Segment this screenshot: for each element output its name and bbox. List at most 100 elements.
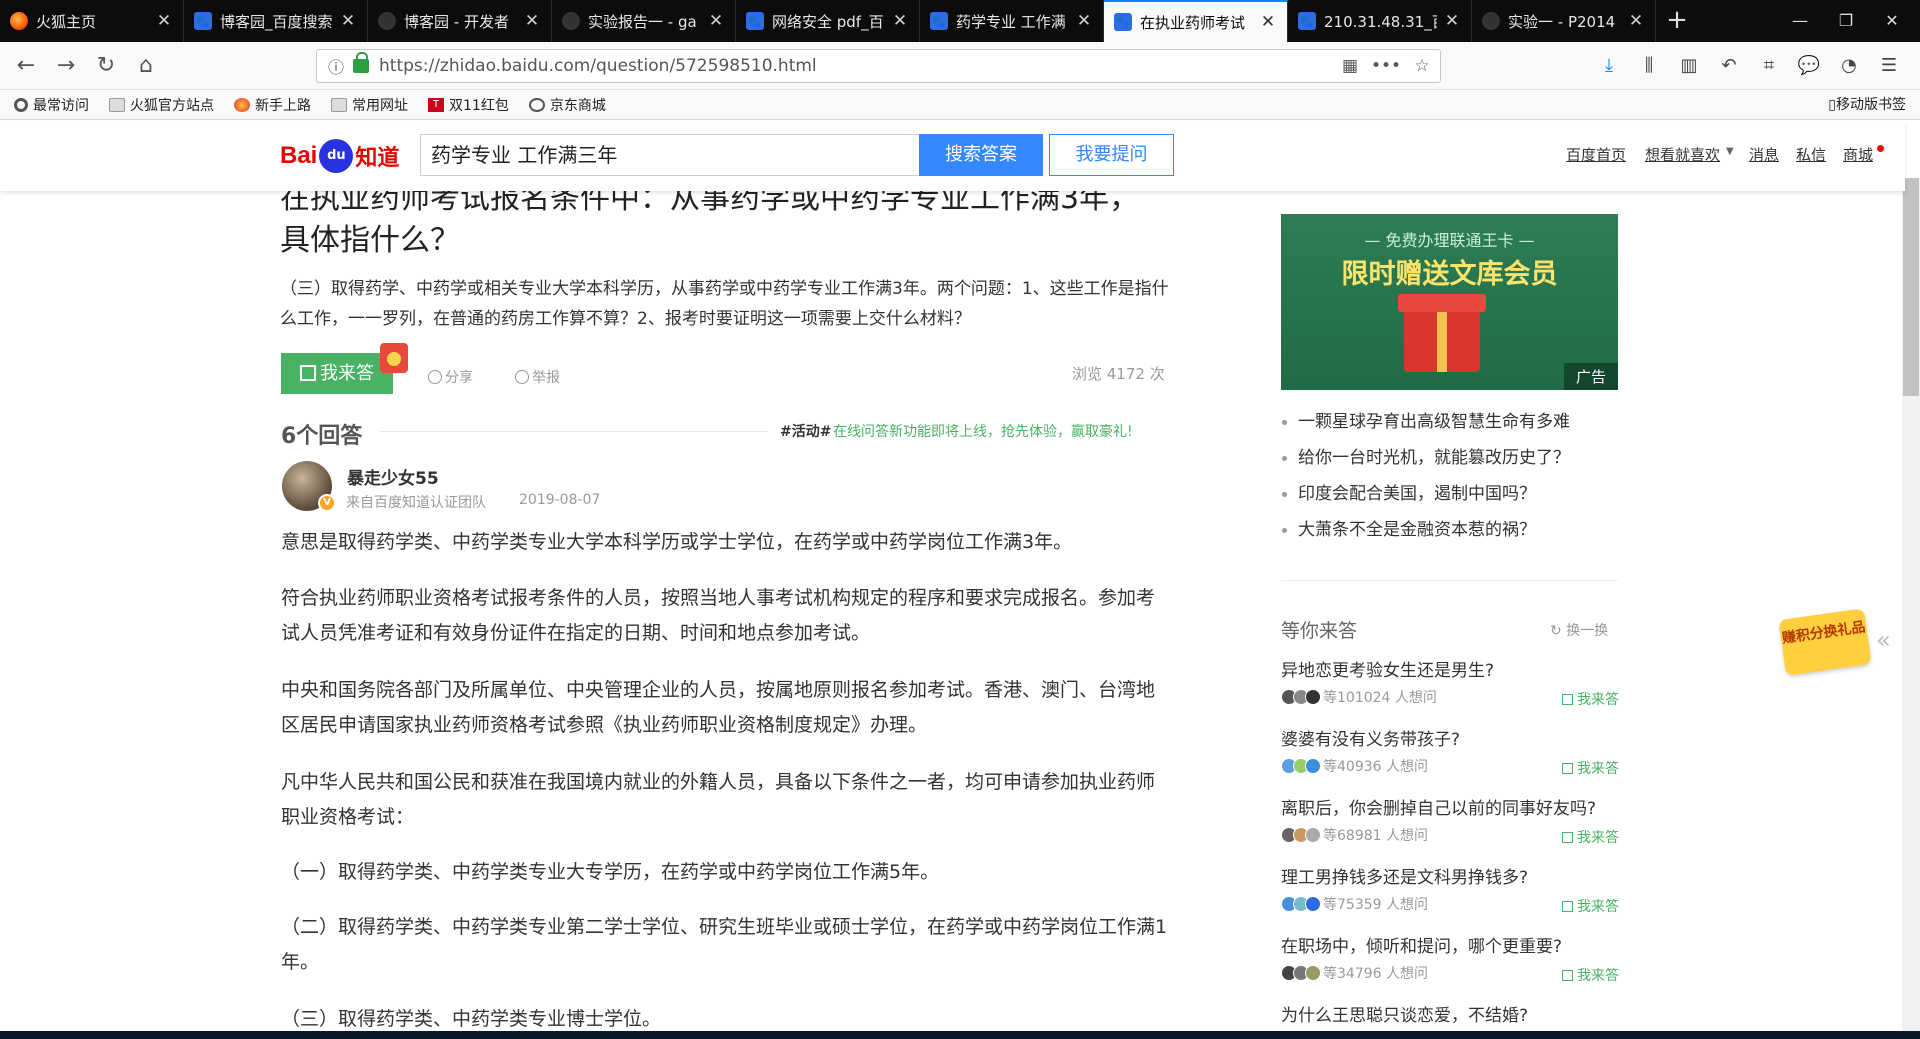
waiting-title: 等你来答 bbox=[1281, 620, 1358, 642]
hot-item[interactable]: 给你一台时光机，就能篡改历史了？ bbox=[1280, 446, 1620, 482]
bookmarks-toolbar: 最常访问 火狐官方站点 新手上路 常用网址 T 双11红包 京东商城 ▯移动版书签 bbox=[0, 90, 1920, 120]
nav-messages[interactable]: 消息 bbox=[1749, 144, 1779, 165]
hot-list: 一颗星球孕育出高级智慧生命有多难 给你一台时光机，就能篡改历史了？ 印度会配合美… bbox=[1280, 410, 1620, 554]
answer-me-button[interactable]: 我来答 bbox=[1562, 896, 1619, 916]
hot-item[interactable]: 一颗星球孕育出高级智慧生命有多难 bbox=[1280, 410, 1620, 446]
bookmark-common-sites[interactable]: 常用网址 bbox=[331, 95, 408, 115]
share-icon bbox=[428, 370, 442, 384]
tab-9[interactable]: 实验一 - P2014 ✕ bbox=[1472, 0, 1656, 42]
activity-link[interactable]: 在线问答新功能即将上线，抢先体验，赢取豪礼! bbox=[833, 421, 1133, 441]
question-description: （三）取得药学、中药学或相关专业大学本科学历，从事药学或中药学专业工作满3年。两… bbox=[280, 279, 1169, 329]
tab-2[interactable]: 🐾 博客园_百度搜索 ✕ bbox=[184, 0, 368, 42]
report-button[interactable]: 举报 bbox=[515, 367, 560, 387]
hot-item[interactable]: 印度会配合美国，遏制中国吗？ bbox=[1280, 482, 1620, 518]
undo-icon[interactable]: ↶ bbox=[1716, 53, 1742, 79]
back-icon[interactable]: ← bbox=[10, 50, 42, 82]
menu-icon[interactable]: ☰ bbox=[1876, 53, 1902, 79]
nav-baidu-home[interactable]: 百度首页 bbox=[1566, 144, 1626, 165]
close-icon[interactable]: ✕ bbox=[707, 12, 725, 30]
share-label: 分享 bbox=[445, 370, 473, 386]
search-answer-button[interactable]: 搜索答案 bbox=[919, 134, 1043, 176]
waiting-question-text[interactable]: 异地恋更考验女生还是男生? bbox=[1281, 659, 1621, 683]
sync-icon[interactable]: ◔ bbox=[1836, 53, 1862, 79]
waiting-question-text[interactable]: 婆婆有没有义务带孩子? bbox=[1281, 728, 1621, 752]
address-bar[interactable]: ⓘ https://zhidao.baidu.com/question/5725… bbox=[316, 49, 1441, 83]
close-icon[interactable]: ✕ bbox=[523, 12, 541, 30]
chat-icon[interactable]: 💬 bbox=[1796, 53, 1822, 79]
bookmark-double11[interactable]: T 双11红包 bbox=[428, 95, 509, 115]
edit-icon bbox=[1562, 694, 1573, 705]
bookmark-most-visited[interactable]: 最常访问 bbox=[14, 95, 89, 115]
edit-icon bbox=[1562, 901, 1573, 912]
forward-icon[interactable]: → bbox=[50, 50, 82, 82]
search-input[interactable]: 药学专业 工作满三年 bbox=[420, 134, 920, 176]
tab-3[interactable]: 博客园 - 开发者 ✕ bbox=[368, 0, 552, 42]
tab-4[interactable]: 实验报告一 - ga ✕ bbox=[552, 0, 736, 42]
answer-button[interactable]: 我来答 bbox=[281, 353, 393, 394]
qr-code-icon[interactable]: ▦ bbox=[1332, 56, 1368, 76]
waiting-question: 异地恋更考验女生还是男生? 等101024 人想问 我来答 bbox=[1281, 659, 1621, 709]
close-icon[interactable]: ✕ bbox=[339, 12, 357, 30]
library-icon[interactable]: ⫼ bbox=[1636, 53, 1662, 79]
bookmark-getting-started[interactable]: 新手上路 bbox=[234, 95, 311, 115]
baidu-zhidao-logo[interactable]: Bai du 知道 bbox=[280, 131, 399, 181]
close-icon[interactable]: ✕ bbox=[1075, 12, 1093, 30]
close-icon[interactable]: ✕ bbox=[1443, 12, 1461, 30]
refresh-button[interactable]: ↻ 换一换 bbox=[1550, 620, 1608, 640]
tab-6[interactable]: 🐾 药学专业 工作满 ✕ bbox=[920, 0, 1104, 42]
answer-paragraph: 意思是取得药学类、中药学类专业大学本科学历或学士学位，在药学或中药学岗位工作满3… bbox=[281, 531, 1073, 553]
screenshot-icon[interactable]: ⌗ bbox=[1756, 53, 1782, 79]
restore-icon[interactable]: ❐ bbox=[1823, 0, 1869, 42]
answerer-name[interactable]: 暴走少女55 bbox=[347, 464, 439, 489]
bookmark-jd[interactable]: 京东商城 bbox=[528, 95, 606, 115]
tab-strip: 火狐主页 ✕ 🐾 博客园_百度搜索 ✕ 博客园 - 开发者 ✕ 实验报告一 - ga ✕ … bbox=[0, 0, 1920, 42]
waiting-question-text[interactable]: 离职后，你会删掉自己以前的同事好友吗? bbox=[1281, 797, 1621, 821]
scrollbar-thumb[interactable] bbox=[1903, 178, 1919, 396]
hot-item[interactable]: 大萧条不全是金融资本惹的祸？ bbox=[1280, 518, 1620, 554]
info-icon[interactable]: ⓘ bbox=[325, 54, 347, 78]
download-icon[interactable]: ⤓ bbox=[1596, 53, 1622, 79]
new-tab-button[interactable]: + bbox=[1656, 0, 1698, 42]
nav-mall[interactable]: 商城 bbox=[1843, 144, 1873, 165]
bookmark-star-icon[interactable]: ☆ bbox=[1404, 56, 1440, 76]
red-envelope-icon[interactable] bbox=[380, 343, 408, 373]
minimize-icon[interactable]: — bbox=[1777, 0, 1823, 42]
ask-question-button[interactable]: 我要提问 bbox=[1049, 134, 1174, 176]
tab-1[interactable]: 火狐主页 ✕ bbox=[0, 0, 184, 42]
close-icon[interactable]: ✕ bbox=[1627, 12, 1645, 30]
divider bbox=[1281, 580, 1618, 581]
nav-like[interactable]: 想看就喜欢 bbox=[1645, 144, 1720, 165]
nav-toolbar: ← → ↻ ⌂ ⓘ https://zhidao.baidu.com/quest… bbox=[0, 42, 1920, 90]
tab-8[interactable]: 🐾 210.31.48.31_百 ✕ bbox=[1288, 0, 1472, 42]
waiting-question-text[interactable]: 为什么王思聪只谈恋爱，不结婚? bbox=[1281, 1004, 1621, 1028]
answer-me-button[interactable]: 我来答 bbox=[1562, 827, 1619, 847]
ad-banner[interactable]: — 免费办理联通王卡 — 限时赠送文库会员 广告 bbox=[1281, 214, 1618, 390]
sidebar-icon[interactable]: ▥ bbox=[1676, 53, 1702, 79]
bookmark-label: 火狐官方站点 bbox=[130, 97, 214, 114]
home-icon[interactable]: ⌂ bbox=[130, 50, 162, 82]
refresh-label: 换一换 bbox=[1566, 623, 1609, 639]
mobile-bookmarks[interactable]: ▯移动版书签 bbox=[1828, 90, 1906, 120]
report-label: 举报 bbox=[532, 370, 560, 386]
close-icon[interactable]: ✕ bbox=[155, 12, 173, 30]
bookmark-firefox-site[interactable]: 火狐官方站点 bbox=[109, 95, 214, 115]
url-text[interactable]: https://zhidao.baidu.com/question/572598… bbox=[379, 56, 1332, 76]
answer-me-button[interactable]: 我来答 bbox=[1562, 689, 1619, 709]
chevron-down-icon[interactable]: ▼ bbox=[1726, 146, 1734, 157]
share-button[interactable]: 分享 bbox=[428, 367, 473, 387]
answer-me-button[interactable]: 我来答 bbox=[1562, 965, 1619, 985]
page-actions-icon[interactable]: ••• bbox=[1368, 56, 1404, 76]
tab-7-active[interactable]: 🐾 在执业药师考试 ✕ bbox=[1104, 0, 1288, 42]
answer-me-button[interactable]: 我来答 bbox=[1562, 758, 1619, 778]
close-window-icon[interactable]: ✕ bbox=[1869, 0, 1915, 42]
tab-5[interactable]: 🐾 网络安全 pdf_百 ✕ bbox=[736, 0, 920, 42]
points-gift-badge[interactable]: 赚积分换礼品 bbox=[1778, 608, 1872, 676]
close-icon[interactable]: ✕ bbox=[1259, 13, 1277, 31]
waiting-question-text[interactable]: 在职场中，倾听和提问，哪个更重要? bbox=[1281, 935, 1621, 959]
nav-private-messages[interactable]: 私信 bbox=[1796, 144, 1826, 165]
double-chevron-left-icon[interactable]: « bbox=[1876, 626, 1891, 654]
ad-headline: 限时赠送文库会员 bbox=[1341, 259, 1558, 290]
close-icon[interactable]: ✕ bbox=[891, 12, 909, 30]
reload-icon[interactable]: ↻ bbox=[90, 50, 122, 82]
waiting-question-text[interactable]: 理工男挣钱多还是文科男挣钱多? bbox=[1281, 866, 1621, 890]
